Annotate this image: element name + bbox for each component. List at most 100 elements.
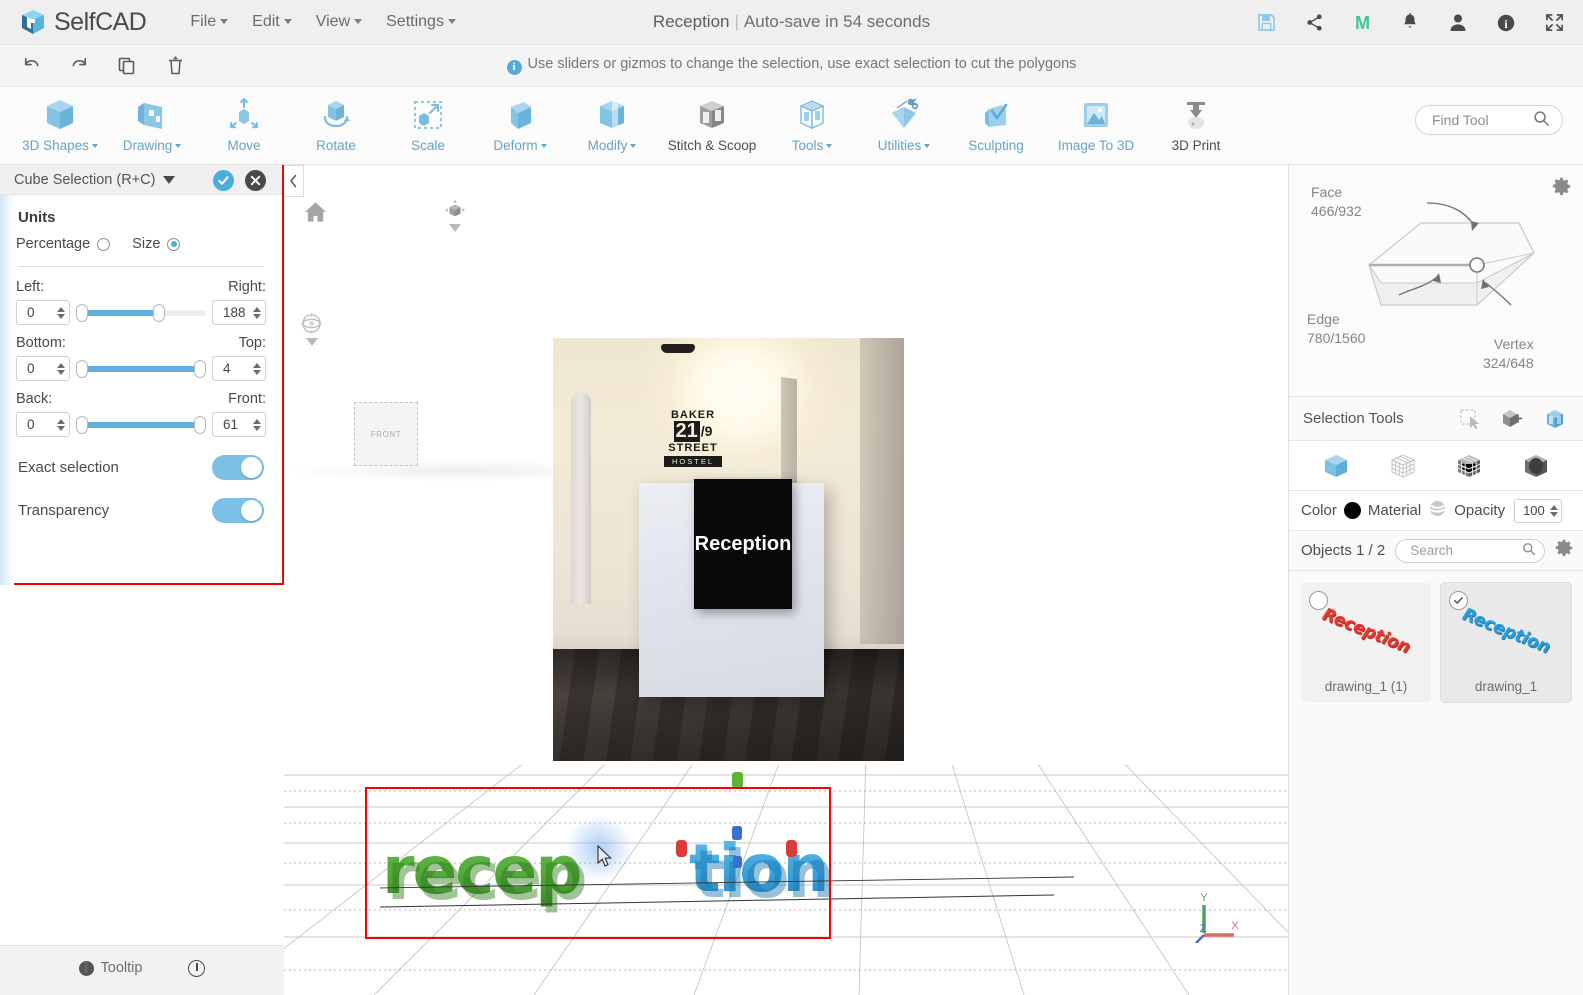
face-mode-icon[interactable] [1452, 449, 1486, 483]
menu-settings[interactable]: Settings [374, 7, 468, 37]
ribbon-move[interactable]: Move [198, 87, 290, 165]
info-icon[interactable]: i [1495, 12, 1517, 34]
redo-icon[interactable] [68, 55, 90, 77]
object-card-drawing-1-1[interactable]: Reception drawing_1 (1) [1301, 583, 1431, 702]
user-account-icon[interactable] [1447, 12, 1469, 34]
object-card-drawing-1[interactable]: Reception drawing_1 [1440, 582, 1572, 703]
chevron-down-icon [924, 144, 931, 149]
orbit-icon[interactable] [300, 312, 323, 346]
tooltip-label: Tooltip [100, 960, 143, 976]
chevron-down-icon[interactable] [449, 224, 461, 232]
stepper-arrows[interactable] [253, 306, 261, 319]
notifications-bell-icon[interactable] [1399, 12, 1421, 34]
slider-handle-max[interactable] [152, 303, 165, 322]
radio-percentage[interactable]: Percentage [16, 236, 111, 252]
left-value-stepper[interactable] [16, 300, 70, 325]
autosave-status: Auto-save in 54 seconds [743, 12, 931, 31]
back-front-range-slider[interactable] [76, 415, 206, 434]
delete-icon[interactable] [164, 55, 186, 77]
fullscreen-icon[interactable] [1543, 12, 1565, 34]
menu-view[interactable]: View [304, 7, 374, 37]
gear-icon[interactable] [1552, 177, 1571, 201]
selection-gizmo[interactable] [284, 760, 1288, 880]
back-value-stepper[interactable] [16, 412, 70, 437]
ribbon-deform[interactable]: Deform [474, 87, 566, 165]
object-mode-icon[interactable] [1319, 449, 1353, 483]
myminifactory-icon[interactable]: M [1351, 12, 1373, 34]
ribbon-scale[interactable]: Scale [382, 87, 474, 165]
chevron-down-icon[interactable] [305, 338, 318, 346]
image-to-3d-icon [1076, 93, 1116, 137]
stitch-scoop-icon [692, 93, 732, 137]
stepper-arrows[interactable] [57, 362, 65, 375]
material-sphere-icon[interactable] [1428, 499, 1447, 522]
panel-title: Cube Selection (R+C) [14, 171, 156, 188]
ribbon-rotate[interactable]: Rotate [290, 87, 382, 165]
cube-select-icon[interactable] [1543, 407, 1569, 431]
slider-handle-min[interactable] [76, 359, 88, 378]
top-value-stepper[interactable] [212, 356, 266, 381]
magic-select-icon[interactable] [1500, 407, 1526, 431]
topbar-icon-group: M i [1255, 0, 1565, 45]
slider-handle-max[interactable] [194, 359, 206, 378]
stepper-arrows[interactable] [253, 362, 261, 375]
ribbon-tools[interactable]: Tools [766, 87, 858, 165]
ribbon-image-to-3d[interactable]: Image To 3D [1042, 87, 1150, 165]
copy-icon[interactable] [116, 55, 138, 77]
radio-size-dot [167, 237, 181, 251]
edge-mode-icon[interactable] [1519, 449, 1553, 483]
ribbon-sculpting[interactable]: Sculpting [950, 87, 1042, 165]
vertex-mode-icon[interactable] [1386, 449, 1420, 483]
slider-handle-min[interactable] [76, 303, 88, 322]
exact-selection-toggle[interactable] [212, 455, 264, 480]
bottom-top-range-slider[interactable] [76, 359, 206, 378]
panel-collapse-button[interactable] [284, 165, 304, 197]
rectangle-select-icon[interactable] [1457, 407, 1483, 431]
radio-size[interactable]: Size [132, 236, 181, 252]
cancel-button[interactable] [245, 170, 266, 191]
edge-count: Edge 780/1560 [1307, 310, 1365, 348]
brand-logo-area[interactable]: SelfCAD [18, 7, 147, 37]
stepper-arrows[interactable] [1550, 504, 1559, 517]
color-swatch[interactable] [1343, 502, 1361, 519]
front-value-stepper[interactable] [212, 412, 266, 437]
left-right-range-slider[interactable] [76, 303, 206, 322]
ribbon-drawing[interactable]: Drawing [106, 87, 198, 165]
object-name: drawing_1 [1474, 679, 1538, 694]
objects-search-input[interactable]: Search [1395, 538, 1545, 563]
menu-edit[interactable]: Edit [240, 7, 304, 37]
ribbon-utilities[interactable]: Utilities [858, 87, 950, 165]
right-value-stepper[interactable] [212, 300, 266, 325]
menu-file[interactable]: File [178, 7, 240, 37]
find-tool-input[interactable]: Find Tool [1415, 105, 1563, 135]
slider-handle-max[interactable] [194, 415, 206, 434]
chevron-down-icon[interactable] [163, 175, 176, 184]
undo-icon[interactable] [20, 55, 42, 77]
stepper-arrows[interactable] [57, 418, 65, 431]
save-icon[interactable] [1255, 12, 1277, 34]
ribbon-tools-label: Tools [792, 138, 833, 153]
ribbon-3d-print[interactable]: 3D Print [1150, 87, 1242, 165]
bottom-value-stepper[interactable] [16, 356, 70, 381]
slider-handle-min[interactable] [76, 415, 88, 434]
opacity-stepper[interactable] [1514, 498, 1563, 523]
stepper-arrows[interactable] [253, 418, 261, 431]
sign-line-hostel: HOSTEL [664, 456, 722, 467]
transparency-toggle[interactable] [212, 498, 264, 523]
power-icon[interactable] [188, 960, 206, 977]
reference-photo-object[interactable]: BAKER 21/9 STREET HOSTEL Reception [553, 338, 904, 761]
ribbon-modify[interactable]: Modify [566, 87, 658, 165]
ribbon-stitch-scoop[interactable]: Stitch & Scoop [658, 87, 766, 165]
view-front-face[interactable]: FRONT [354, 402, 418, 466]
tooltip-button[interactable]: i Tooltip [78, 960, 143, 976]
ribbon-utilities-label: Utilities [878, 138, 931, 153]
right-value-input [221, 304, 251, 321]
stepper-arrows[interactable] [57, 306, 65, 319]
share-icon[interactable] [1303, 12, 1325, 34]
confirm-button[interactable] [213, 170, 234, 191]
gear-icon[interactable] [1555, 539, 1573, 562]
ribbon-3d-shapes[interactable]: 3D Shapes [14, 87, 106, 165]
3d-viewport[interactable]: FRONT BAKER 21/9 STREET HOSTEL Reception [284, 165, 1288, 995]
view-cube-icon[interactable] [444, 199, 466, 232]
home-icon[interactable] [304, 201, 327, 228]
